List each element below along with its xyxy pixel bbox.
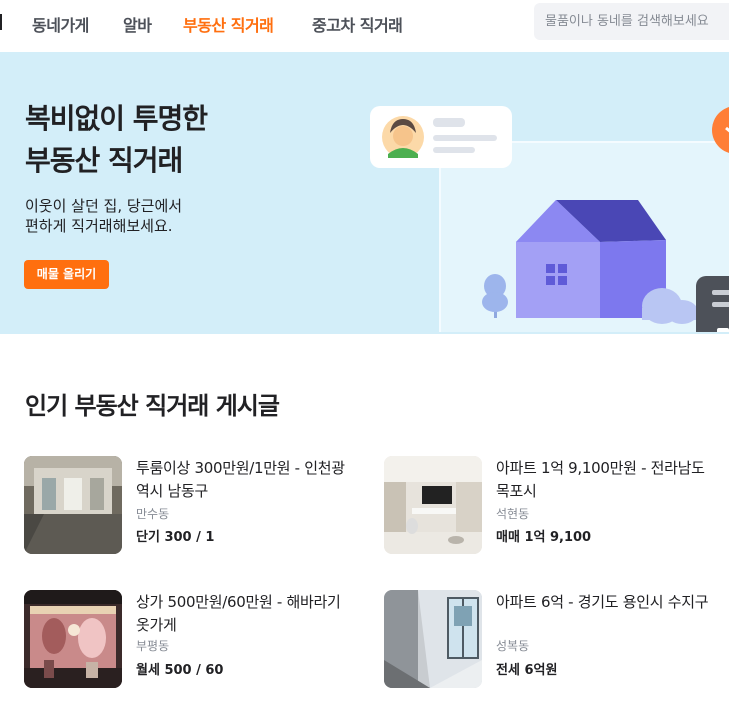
listing-thumbnail <box>24 456 122 554</box>
hero-title: 복비없이 투명한 부동산 직거래 <box>25 98 208 182</box>
nav-item-real-estate[interactable]: 부동산 직거래 <box>183 12 274 36</box>
listing-title: 아파트 1억 9,100만원 - 전라남도 목포시 <box>496 459 705 500</box>
listing-thumbnail <box>384 456 482 554</box>
hero-desc-line1: 이웃이 살던 집, 당근에서 <box>25 197 183 215</box>
hero-title-line2: 부동산 직거래 <box>25 144 183 177</box>
balcony-photo <box>384 590 482 688</box>
listing-card[interactable]: 아파트 1억 9,100만원 - 전라남도 목포시 석현동 매매 1억 9,10… <box>384 456 724 556</box>
listing-region: 부평동 <box>136 639 170 653</box>
listing-price: 단기 300 / 1 <box>136 530 215 545</box>
listing-title: 상가 500만원/60만원 - 해바라기 옷가게 <box>136 593 341 634</box>
listing-card[interactable]: 아파트 6억 - 경기도 용인시 수지구 성복동 전세 6억원 <box>384 590 724 690</box>
nav-item-used-cars[interactable]: 중고차 직거래 <box>312 12 403 36</box>
nav-item-local-stores[interactable]: 동네가게 <box>32 12 89 36</box>
listing-thumbnail <box>24 590 122 688</box>
listing-region: 성복동 <box>496 639 530 653</box>
hero-description: 이웃이 살던 집, 당근에서 편하게 직거래해보세요. <box>25 196 182 236</box>
document-card <box>696 276 729 332</box>
listing-thumbnail <box>384 590 482 688</box>
top-nav: 동네가게 알바 부동산 직거래 중고차 직거래 <box>0 0 729 44</box>
listing-card[interactable]: 상가 500만원/60만원 - 해바라기 옷가게 부평동 월세 500 / 60 <box>24 590 364 690</box>
listing-price: 전세 6억원 <box>496 663 558 678</box>
listing-title: 아파트 6억 - 경기도 용인시 수지구 <box>496 593 709 611</box>
empty-room-photo <box>24 456 122 554</box>
clothing-store-photo <box>24 590 122 688</box>
listing-title: 투룸이상 300만원/1만원 - 인천광역시 남동구 <box>136 459 345 500</box>
nav-edge-divider <box>0 14 2 30</box>
section-title: 인기 부동산 직거래 게시글 <box>25 392 280 420</box>
listing-card[interactable]: 투룸이상 300만원/1만원 - 인천광역시 남동구 만수동 단기 300 / … <box>24 456 364 556</box>
nav-item-part-time-jobs[interactable]: 알바 <box>123 12 152 36</box>
hero-title-line1: 복비없이 투명한 <box>25 102 208 135</box>
house-illustration <box>370 106 729 332</box>
listing-region: 만수동 <box>136 507 170 521</box>
listing-price: 매매 1억 9,100 <box>496 530 592 545</box>
hero-banner: 복비없이 투명한 부동산 직거래 이웃이 살던 집, 당근에서 편하게 직거래해… <box>0 52 729 334</box>
listing-price: 월세 500 / 60 <box>136 663 224 678</box>
profile-card <box>370 106 512 168</box>
living-room-photo <box>384 456 482 554</box>
listing-region: 석현동 <box>496 507 530 521</box>
hero-desc-line2: 편하게 직거래해보세요. <box>25 217 173 235</box>
post-listing-button[interactable]: 매물 올리기 <box>24 260 109 289</box>
search-input[interactable] <box>534 3 729 40</box>
